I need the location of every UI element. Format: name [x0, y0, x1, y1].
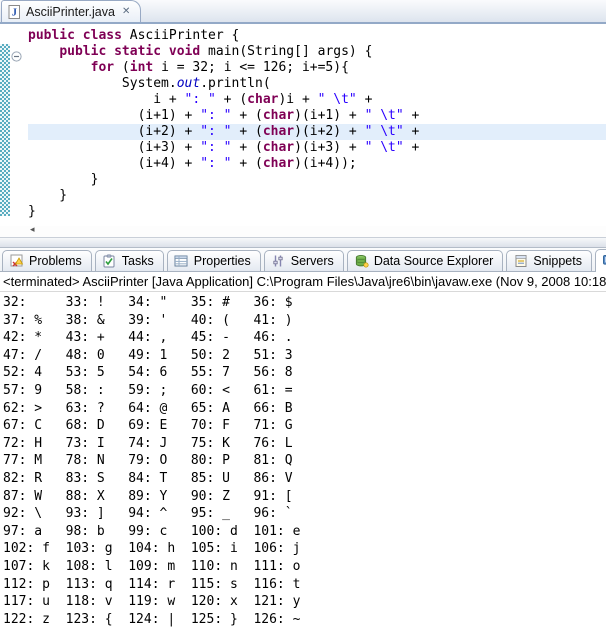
code-line: } [28, 204, 606, 220]
code-line: i + ": " + (char)i + " \t" + [28, 92, 606, 108]
code-line: (i+3) + ": " + (char)(i+3) + " \t" + [28, 140, 606, 156]
view-tab-bar: Problems Tasks Properties Servers Data Sourc… [0, 248, 606, 272]
code-line: (i+1) + ": " + (char)(i+1) + " \t" + [28, 108, 606, 124]
console-icon [602, 254, 606, 268]
svg-text:J: J [12, 7, 17, 18]
code-editor[interactable]: public class AsciiPrinter { public stati… [0, 24, 606, 226]
view-tab-servers[interactable]: Servers [264, 250, 344, 271]
view-tab-properties[interactable]: Properties [167, 250, 261, 271]
editor-tab-close-icon[interactable]: ✕ [122, 6, 130, 17]
data-source-explorer-icon [354, 254, 369, 268]
java-file-icon: J [7, 5, 22, 19]
view-tab-label: Snippets [533, 254, 582, 268]
console-output-text: 32: 33: ! 34: " 35: # 36: $ 37: % 38: & … [0, 292, 606, 628]
panel-sash[interactable] [0, 237, 606, 248]
view-tab-label: Problems [29, 254, 82, 268]
code-line: } [28, 188, 606, 204]
editor-gutter [10, 24, 28, 226]
code-line: for (int i = 32; i <= 126; i+=5){ [28, 60, 606, 76]
view-tab-label: Properties [194, 254, 251, 268]
scroll-left-icon[interactable]: ◂ [30, 224, 35, 235]
code-area: public class AsciiPrinter { public stati… [28, 28, 606, 220]
overview-strip [0, 44, 10, 216]
view-tab-snippets[interactable]: Snippets [506, 250, 592, 271]
problems-icon [9, 254, 24, 268]
view-tab-label: Data Source Explorer [374, 254, 494, 268]
fold-collapse-icon[interactable] [11, 49, 22, 60]
horizontal-scrollbar[interactable]: ◂ [0, 226, 606, 237]
code-line: public class AsciiPrinter { [28, 28, 606, 44]
view-tab-label: Tasks [122, 254, 154, 268]
view-tab-data-source-explorer[interactable]: Data Source Explorer [347, 250, 504, 271]
code-line: System.out.println( [28, 76, 606, 92]
view-tab-problems[interactable]: Problems [2, 250, 92, 271]
console-output[interactable]: 32: 33: ! 34: " 35: # 36: $ 37: % 38: & … [0, 292, 606, 641]
current-line-highlight: (i+2) + ": " + (char)(i+2) + " \t" + [28, 124, 606, 140]
view-tab-tasks[interactable]: Tasks [95, 250, 164, 271]
editor-tab-asciiprinter[interactable]: J AsciiPrinter.java ✕ [1, 0, 141, 22]
view-tab-label: Servers [291, 254, 334, 268]
eclipse-window: J AsciiPrinter.java ✕ public class Ascii… [0, 0, 606, 641]
editor-tab-bar: J AsciiPrinter.java ✕ [0, 0, 606, 24]
code-line: } [28, 172, 606, 188]
console-status-line: <terminated> AsciiPrinter [Java Applicat… [0, 272, 606, 292]
code-line: public static void main(String[] args) { [28, 44, 606, 60]
editor-tab-title: AsciiPrinter.java [26, 5, 115, 19]
properties-icon [174, 254, 189, 268]
code-line: (i+4) + ": " + (char)(i+4)); [28, 156, 606, 172]
servers-icon [271, 254, 286, 268]
tasks-icon [102, 254, 117, 268]
view-tab-console[interactable]: Console✕ [595, 249, 606, 272]
snippets-icon [513, 254, 528, 268]
